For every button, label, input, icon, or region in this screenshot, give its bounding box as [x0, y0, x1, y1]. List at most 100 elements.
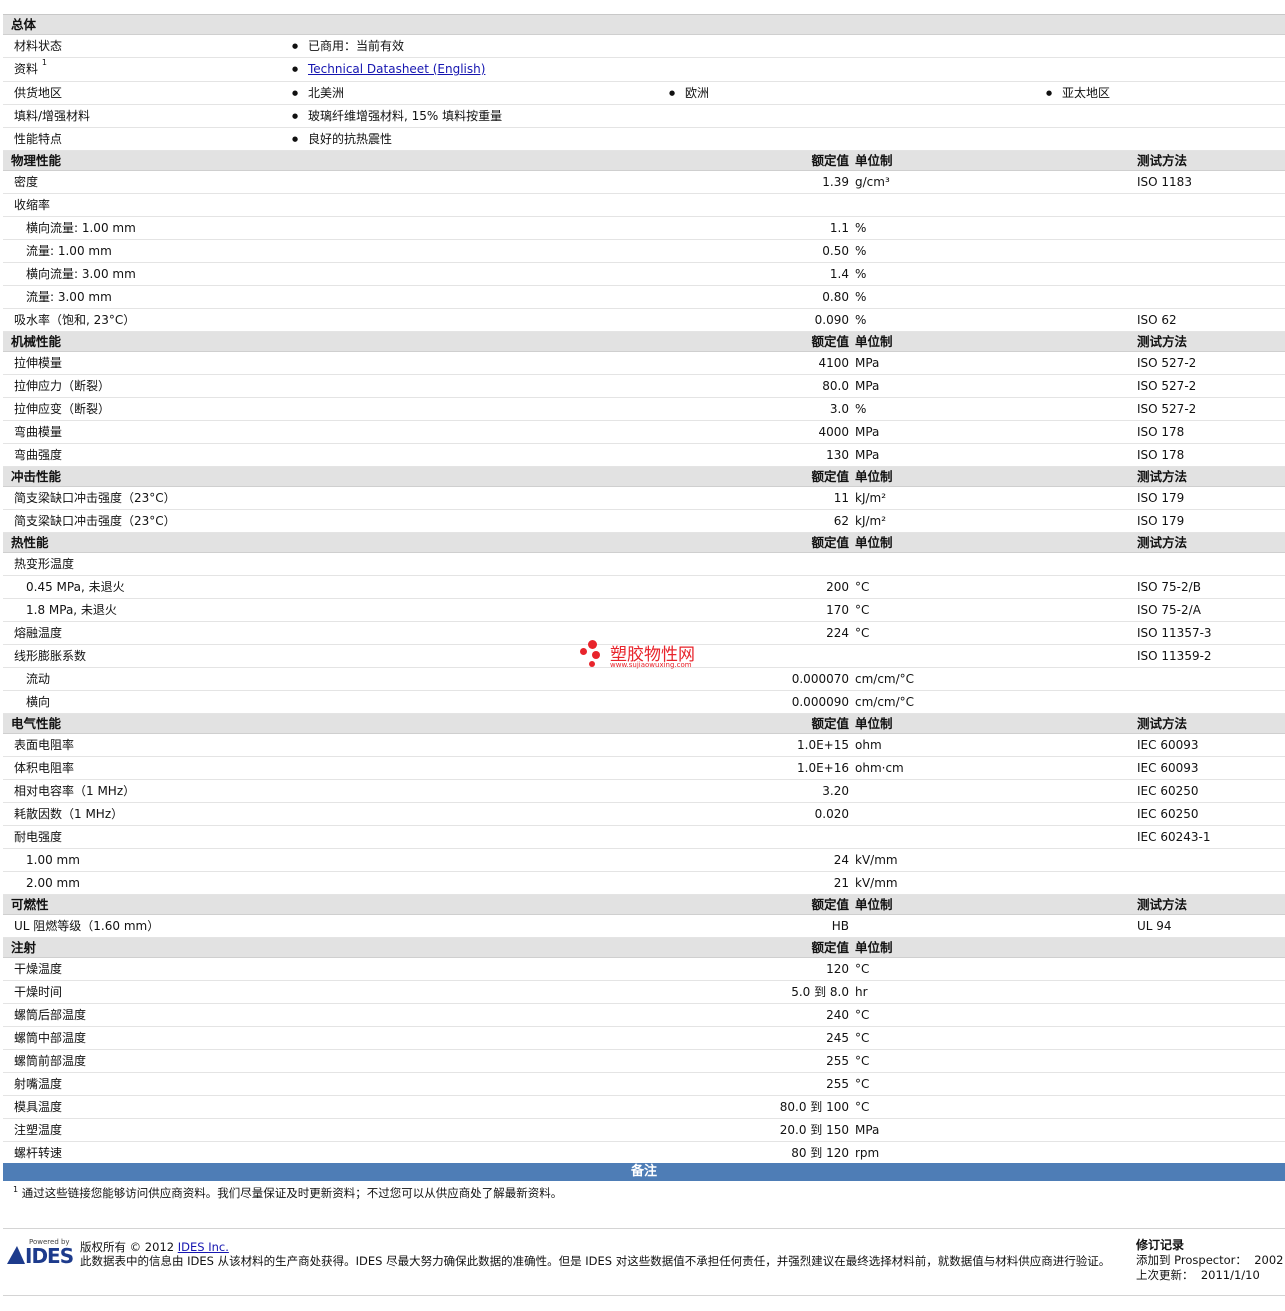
property-label: 简支梁缺口冲击强度（23°C） [14, 491, 176, 505]
filler-value: 玻璃纤维增强材料, 15% 填料按重量 [292, 105, 502, 127]
property-value: 0.090 [814, 313, 849, 327]
property-row: 弯曲模量 4000 MPa ISO 178 [3, 421, 1285, 444]
section-header: 可燃性 额定值 单位制 测试方法 [3, 895, 1285, 915]
region-item: 亚太地区 [1046, 82, 1110, 104]
property-row: 收缩率 [3, 194, 1285, 217]
property-value: 200 [826, 580, 849, 594]
footer-bottom-divider [3, 1295, 1285, 1296]
property-value: 130 [826, 448, 849, 462]
property-label: 螺筒前部温度 [14, 1054, 87, 1068]
property-row: 横向 0.000090 cm/cm/°C [3, 691, 1285, 714]
property-unit: °C [855, 1100, 870, 1114]
property-value: 11 [833, 491, 849, 505]
ides-arrow-icon [7, 1246, 25, 1264]
property-label: 热变形温度 [14, 557, 75, 571]
property-value: 255 [826, 1054, 849, 1068]
property-value: 224 [826, 626, 849, 640]
property-row: 螺杆转速 80 到 120 rpm [3, 1142, 1285, 1165]
property-label: 弯曲模量 [14, 425, 63, 439]
test-method: ISO 75-2/B [1137, 580, 1201, 594]
property-value: 170 [826, 603, 849, 617]
property-row: 耗散因数（1 MHz） 0.020 IEC 60250 [3, 803, 1285, 826]
test-method: ISO 11357-3 [1137, 626, 1212, 640]
property-value: 1.4 [829, 267, 849, 281]
test-method: ISO 527-2 [1137, 379, 1197, 393]
test-method: ISO 1183 [1137, 175, 1192, 189]
property-label: 2.00 mm [26, 876, 80, 890]
property-value: 80.0 到 100 [779, 1100, 849, 1114]
property-label: 螺筒中部温度 [14, 1031, 87, 1045]
ides-inc-link[interactable]: IDES Inc. [178, 1240, 229, 1254]
method-header: 测试方法 [1137, 716, 1188, 731]
row-features: 性能特点 良好的抗热震性 [3, 128, 1285, 151]
nominal-header: 额定值 [811, 334, 849, 349]
section-title: 总体 [11, 17, 37, 32]
property-value: 62 [833, 514, 849, 528]
test-method: IEC 60250 [1137, 807, 1199, 821]
property-label: 1.8 MPa, 未退火 [26, 603, 117, 617]
property-row: 螺筒后部温度 240 °C [3, 1004, 1285, 1027]
property-row: 干燥温度 120 °C [3, 958, 1285, 981]
property-label: 拉伸应力（断裂） [14, 379, 111, 393]
property-label: 流量: 1.00 mm [26, 244, 112, 258]
property-value: 1.0E+16 [797, 761, 849, 775]
nominal-header: 额定值 [811, 469, 849, 484]
test-method: ISO 11359-2 [1137, 649, 1212, 663]
property-row: 螺筒中部温度 245 °C [3, 1027, 1285, 1050]
property-value: 3.0 [829, 402, 849, 416]
property-row: 流量: 1.00 mm 0.50% [3, 240, 1285, 263]
property-label: 弯曲强度 [14, 448, 63, 462]
nominal-header: 额定值 [811, 940, 849, 955]
property-unit: MPa [855, 379, 880, 393]
test-method: ISO 75-2/A [1137, 603, 1201, 617]
region-item: 北美洲 [292, 82, 344, 104]
property-row: 拉伸应力（断裂） 80.0 MPa ISO 527-2 [3, 375, 1285, 398]
technical-datasheet-link[interactable]: Technical Datasheet (English) [308, 62, 485, 76]
row-label: 填料/增强材料 [14, 109, 91, 123]
test-method: IEC 60093 [1137, 738, 1199, 752]
row-material-status: 材料状态 已商用：当前有效 [3, 35, 1285, 58]
features-value: 良好的抗热震性 [292, 128, 392, 150]
row-label: 资料 1 [14, 58, 47, 76]
property-row: 简支梁缺口冲击强度（23°C） 62 kJ/m² ISO 179 [3, 510, 1285, 533]
datasheet-table: 总体 材料状态 已商用：当前有效 资料 1 Technical Datashee… [3, 14, 1285, 1165]
property-row: 螺筒前部温度 255 °C [3, 1050, 1285, 1073]
property-unit: °C [855, 1008, 870, 1022]
property-unit: MPa [855, 1123, 880, 1137]
unit-header: 单位制 [855, 469, 893, 484]
nominal-header: 额定值 [811, 153, 849, 168]
ides-logo[interactable]: Powered by IDES [7, 1238, 74, 1268]
watermark-dot [580, 648, 587, 655]
property-label: 螺杆转速 [14, 1146, 63, 1160]
property-label: 体积电阻率 [14, 761, 75, 775]
property-value: 120 [826, 962, 849, 976]
copyright-block: 版权所有 © 2012 IDES Inc. 此数据表中的信息由 IDES 从该材… [80, 1240, 1120, 1268]
property-row: 1.8 MPa, 未退火 170 °C ISO 75-2/A [3, 599, 1285, 622]
property-row: 2.00 mm 21 kV/mm [3, 872, 1285, 895]
property-value: 80.0 [822, 379, 849, 393]
property-value: 1.0E+15 [797, 738, 849, 752]
test-method: ISO 527-2 [1137, 402, 1197, 416]
property-unit: °C [855, 1031, 870, 1045]
property-value: 20.0 到 150 [779, 1123, 849, 1137]
property-row: 拉伸应变（断裂） 3.0% ISO 527-2 [3, 398, 1285, 421]
watermark-dot [592, 651, 600, 659]
property-label: 熔融温度 [14, 626, 63, 640]
property-row: 热变形温度 [3, 553, 1285, 576]
property-value: 80 到 120 [791, 1146, 849, 1160]
test-method: IEC 60250 [1137, 784, 1199, 798]
property-unit: % [855, 290, 867, 304]
property-label: 线形膨胀系数 [14, 649, 87, 663]
property-label: 横向 [26, 695, 51, 709]
section-header: 电气性能 额定值 单位制 测试方法 [3, 714, 1285, 734]
method-header: 测试方法 [1137, 535, 1188, 550]
property-label: 0.45 MPa, 未退火 [26, 580, 125, 594]
test-method: UL 94 [1137, 919, 1172, 933]
material-status-value: 已商用：当前有效 [292, 35, 404, 57]
copyright-line: 版权所有 © 2012 IDES Inc. [80, 1240, 229, 1254]
revision-history: 修订记录 添加到 Prospector： 2002 上次更新： 2011/1/1… [1136, 1238, 1283, 1283]
section-title: 电气性能 [11, 716, 62, 731]
property-unit: MPa [855, 448, 880, 462]
section-header: 注射 额定值 单位制 [3, 938, 1285, 958]
property-label: 相对电容率（1 MHz） [14, 784, 136, 798]
